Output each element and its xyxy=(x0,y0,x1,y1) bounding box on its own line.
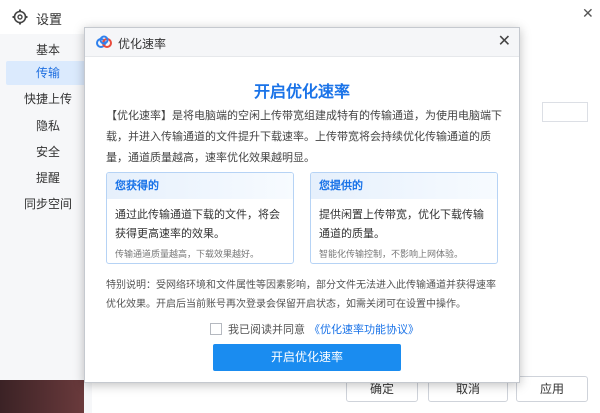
dialog-header: 优化速率 ✕ xyxy=(85,28,519,57)
card-body: 通过此传输通道下载的文件，将会获得更高速率的效果。 xyxy=(115,208,280,240)
card-foot: 传输通道质量越高，下载效果越好。 xyxy=(115,250,260,260)
card-heading: 您获得的 xyxy=(107,173,293,199)
enable-optimize-button[interactable]: 开启优化速率 xyxy=(213,344,401,371)
card-body: 提供闲置上传带宽，优化下载传输通道的质量。 xyxy=(319,208,484,240)
gear-icon xyxy=(12,9,28,25)
cloud-logo-icon xyxy=(96,35,112,48)
agreement-link[interactable]: 《优化速率功能协议》 xyxy=(309,321,419,337)
sidebar-item-basic[interactable]: 基本 xyxy=(6,38,90,62)
sidebar-item-transfer[interactable]: 传输 xyxy=(6,61,90,85)
dialog-heading: 开启优化速率 xyxy=(253,82,350,101)
sidebar-item-reminder[interactable]: 提醒 xyxy=(6,166,90,190)
special-note: 特别说明：受网络环境和文件属性等因素影响，部分文件无法进入此传输通道并获得速率优… xyxy=(106,280,496,310)
sidebar-item-quick-upload[interactable]: 快捷上传 xyxy=(6,87,90,111)
card-foot: 智能化传输控制，不影响上网体验。 xyxy=(319,250,464,260)
settings-sidebar: 基本 传输 快捷上传 隐私 安全 提醒 同步空间 xyxy=(0,34,92,413)
dialog-title: 优化速率 xyxy=(118,37,167,51)
sidebar-item-security[interactable]: 安全 xyxy=(6,140,90,164)
apply-button[interactable]: 应用 xyxy=(516,376,588,402)
agree-text: 我已阅读并同意 xyxy=(228,323,305,336)
close-icon[interactable]: ✕ xyxy=(498,31,511,50)
settings-title: 设置 xyxy=(36,13,63,28)
card-heading: 您提供的 xyxy=(311,173,497,199)
settings-input[interactable] xyxy=(542,102,588,122)
sidebar-item-sync-space[interactable]: 同步空间 xyxy=(6,192,90,216)
contribution-card: 您提供的 提供闲置上传带宽，优化下载传输通道的质量。 智能化传输控制，不影响上网… xyxy=(310,172,498,264)
agree-checkbox[interactable] xyxy=(210,323,222,335)
optimize-rate-dialog: 优化速率 ✕ 开启优化速率 【优化速率】是将电脑端的空闲上传带宽组建成特有的传输… xyxy=(84,27,520,383)
sidebar-item-privacy[interactable]: 隐私 xyxy=(6,114,90,138)
desktop-backdrop xyxy=(0,380,84,413)
window-close-icon[interactable]: ✕ xyxy=(582,6,594,22)
benefit-card: 您获得的 通过此传输通道下载的文件，将会获得更高速率的效果。 传输通道质量越高，… xyxy=(106,172,294,264)
dialog-description: 【优化速率】是将电脑端的空闲上传带宽组建成特有的传输通道，为使用电脑端下载，并进… xyxy=(106,109,502,164)
agreement-row: 我已阅读并同意 《优化速率功能协议》 xyxy=(210,321,419,337)
